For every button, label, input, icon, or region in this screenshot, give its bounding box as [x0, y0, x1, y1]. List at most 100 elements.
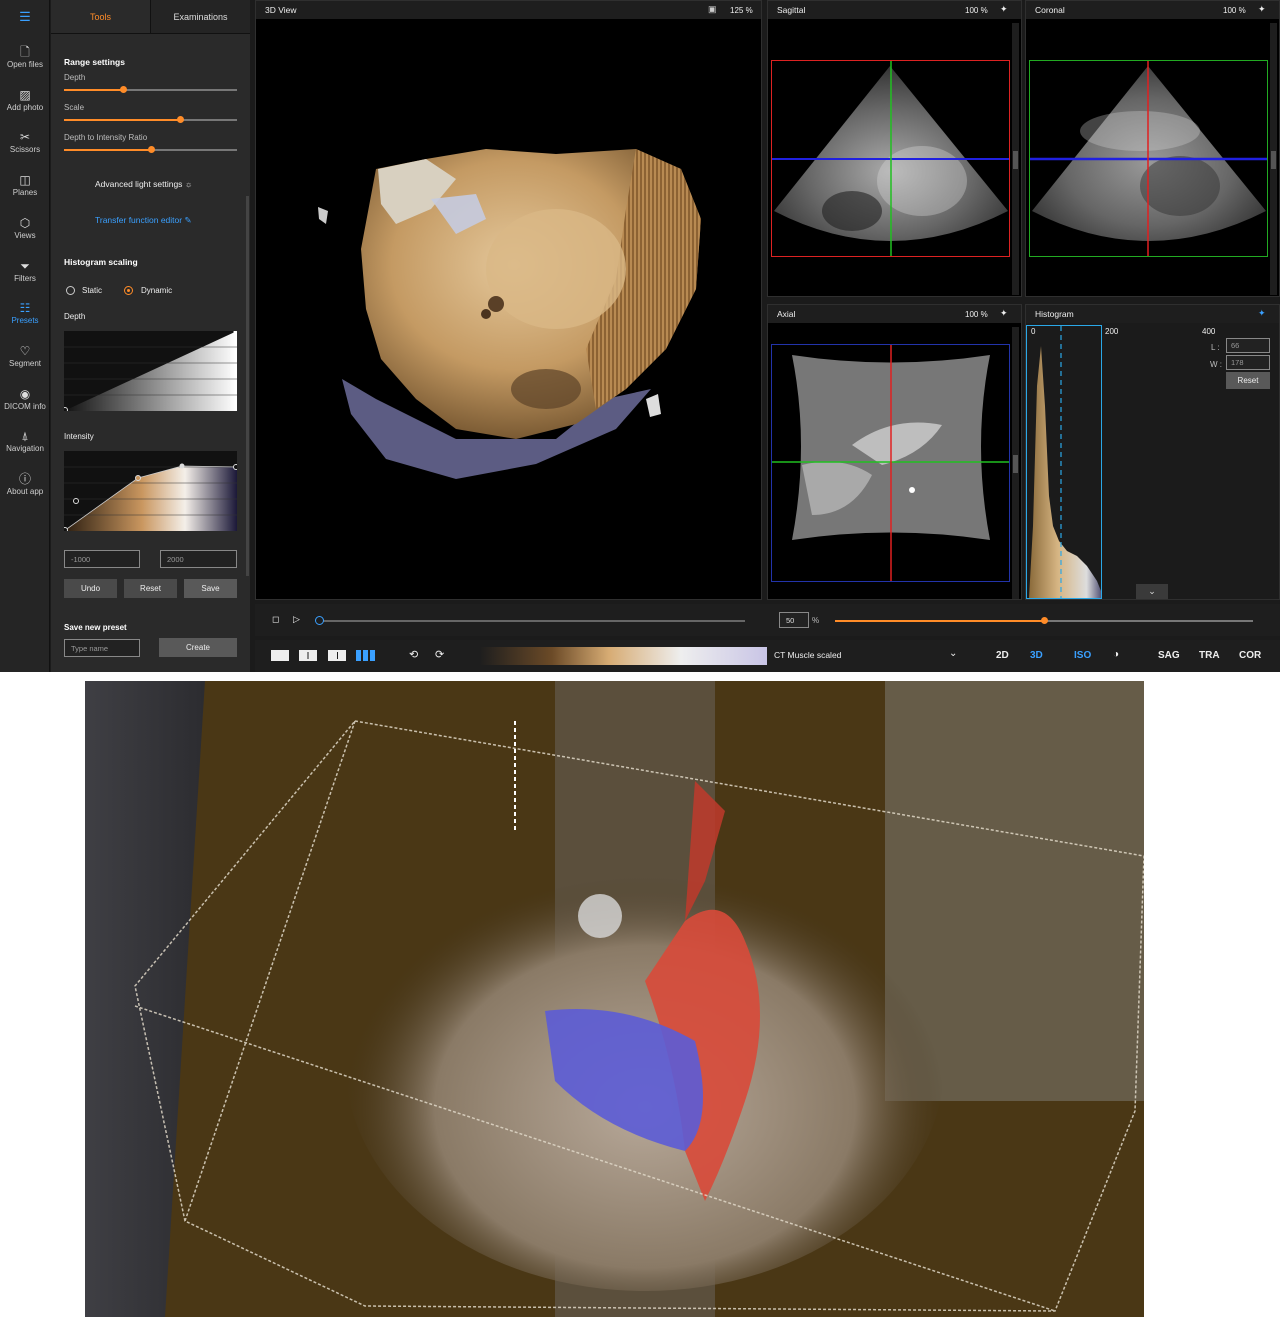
coronal-scroll-thumb[interactable] — [1271, 151, 1276, 169]
opacity-slider-knob[interactable] — [1041, 617, 1048, 624]
tab-tools[interactable]: Tools — [51, 0, 151, 33]
rail-item-navigation[interactable]: ⍋ Navigation — [0, 424, 50, 466]
tab-examinations[interactable]: Examinations — [151, 0, 250, 33]
preset-dropdown-chevron-icon[interactable]: ⌄ — [949, 648, 957, 659]
chevron-down-icon[interactable]: ⌄ — [1136, 584, 1168, 599]
stop-icon[interactable]: ◻ — [272, 614, 279, 625]
rail-item-scissors[interactable]: ✂ Scissors — [0, 125, 50, 167]
create-preset-button[interactable]: Create — [159, 638, 237, 657]
transfer-function-gradient — [480, 647, 767, 665]
mode-2d-button[interactable]: 2D — [996, 650, 1009, 661]
static-radio[interactable] — [66, 286, 75, 295]
sagittal-pin-icon[interactable]: ✦ — [1000, 4, 1008, 15]
depth-slider-knob[interactable] — [119, 86, 127, 93]
timeline-slider[interactable] — [315, 616, 745, 625]
histogram-pin-icon[interactable]: ✦ — [1258, 308, 1266, 319]
sagittal-scrollbar[interactable] — [1012, 23, 1019, 295]
view-histogram[interactable]: Histogram ✦ 0 200 400 L : 66 W : 178 Res… — [1025, 304, 1280, 600]
view-sagittal[interactable]: Sagittal 100 % ✦ — [767, 0, 1022, 297]
view-coronal[interactable]: Coronal 100 % ✦ — [1025, 0, 1280, 297]
transfer-function-editor-link[interactable]: Transfer function editor ✎ — [95, 215, 192, 226]
info-icon: ⓘ — [18, 472, 31, 486]
undo-button[interactable]: Undo — [64, 579, 117, 598]
rail-item-add-photo[interactable]: ▨ Add photo — [0, 83, 50, 125]
intensity-transfer-curve[interactable] — [62, 451, 239, 533]
depth-slider[interactable] — [64, 86, 237, 93]
sagittal-title: Sagittal — [777, 5, 806, 15]
opacity-field[interactable]: 50 — [779, 612, 809, 628]
contrast-icon[interactable]: ◑ — [1113, 649, 1119, 660]
static-radio-label: Static — [82, 286, 103, 295]
single-layout-icon[interactable] — [271, 650, 289, 661]
mode-cor-button[interactable]: COR — [1239, 650, 1261, 661]
sagittal-scroll-thumb[interactable] — [1013, 151, 1018, 169]
bottom-toolbar: ⟲ ⟳ CT Muscle scaled ⌄ 2D 3D ISO ◑ SAG T… — [255, 640, 1280, 672]
scissors-icon: ✂ — [19, 130, 31, 145]
histogram-tick-400: 400 — [1202, 327, 1216, 336]
timeline-knob[interactable] — [315, 616, 324, 625]
preset-name-input[interactable]: Type name — [64, 639, 140, 657]
axial-scrollbar[interactable] — [1012, 327, 1019, 599]
rail-item-dicom-info[interactable]: ◉ DICOM info — [0, 382, 50, 424]
cube-icon: ⬡ — [19, 215, 31, 230]
view-3d[interactable]: 3D View ▣ 125 % — [255, 0, 762, 600]
range-max-field[interactable]: 2000 — [160, 550, 237, 568]
refresh-icon[interactable]: ⟳ — [435, 648, 444, 661]
reset-button[interactable]: Reset — [124, 579, 177, 598]
ratio-slider-knob[interactable] — [147, 146, 155, 153]
histogram-title: Histogram — [1035, 309, 1074, 319]
rail-item-label: DICOM info — [4, 401, 46, 411]
sun-icon: ☼ — [184, 179, 193, 189]
panel-scrollbar[interactable] — [246, 196, 249, 576]
advanced-light-settings-button[interactable]: Advanced light settings ☼ — [95, 179, 193, 189]
screenshot-icon[interactable]: ▣ — [708, 4, 717, 15]
sagittal-ultrasound — [772, 61, 1009, 256]
play-icon[interactable]: ▷ — [293, 614, 300, 625]
scale-slider-label: Scale — [64, 103, 85, 112]
histogram-reset-button[interactable]: Reset — [1226, 372, 1270, 389]
level-field[interactable]: 66 — [1226, 338, 1270, 353]
rail-item-planes[interactable]: ◫ Planes — [0, 168, 50, 210]
range-min-field[interactable]: -1000 — [64, 550, 140, 568]
mode-iso-button[interactable]: ISO — [1074, 650, 1091, 661]
opacity-slider[interactable] — [835, 617, 1253, 624]
rail-item-filters[interactable]: ⏷ Filters — [0, 254, 50, 296]
axial-pin-icon[interactable]: ✦ — [1000, 308, 1008, 319]
mode-3d-button[interactable]: 3D — [1030, 650, 1043, 661]
preset-select[interactable]: CT Muscle scaled — [774, 650, 841, 660]
mode-sag-button[interactable]: SAG — [1158, 650, 1180, 661]
save-preset-title: Save new preset — [64, 623, 127, 632]
chest-hologram-scene — [85, 681, 1144, 1317]
depth-curve-graphic — [62, 329, 239, 413]
rail-item-label: About app — [6, 487, 44, 496]
rail-item-presets[interactable]: ☷ Presets — [0, 296, 50, 338]
file-icon: 🗋 — [20, 45, 30, 59]
ratio-slider[interactable] — [64, 146, 237, 153]
rail-item-segment[interactable]: ♡ Segment — [0, 339, 50, 381]
rail-item-open-files[interactable]: 🗋 Open files — [0, 40, 50, 82]
rail-item-views[interactable]: ⬡ Views — [0, 211, 50, 253]
histogram-window-range[interactable] — [1026, 325, 1102, 599]
dynamic-radio[interactable] — [124, 286, 133, 295]
hamburger-menu-icon[interactable]: ☰ — [0, 0, 50, 34]
reset-view-icon[interactable]: ⟲ — [409, 648, 418, 661]
mode-tra-button[interactable]: TRA — [1199, 650, 1220, 661]
view-axial[interactable]: Axial 100 % ✦ — [767, 304, 1022, 600]
histogram-bars — [1029, 326, 1101, 598]
rail-item-label: Views — [14, 230, 36, 240]
width-field[interactable]: 178 — [1226, 355, 1270, 370]
navigation-icon: ⍋ — [21, 429, 29, 444]
histogram-titlebar: Histogram — [1026, 305, 1279, 323]
axial-scroll-thumb[interactable] — [1013, 455, 1018, 473]
coronal-scrollbar[interactable] — [1270, 23, 1277, 295]
grid-layout-icon[interactable] — [356, 650, 375, 661]
depth-transfer-curve[interactable] — [62, 329, 239, 413]
coronal-pin-icon[interactable]: ✦ — [1258, 4, 1266, 15]
rail-item-about-app[interactable]: ⓘ About app — [0, 467, 50, 509]
scale-slider[interactable] — [64, 116, 237, 123]
intensity-curve-label: Intensity — [64, 432, 94, 441]
scale-slider-knob[interactable] — [176, 116, 184, 123]
three-pane-layout-icon[interactable] — [328, 650, 346, 661]
split-layout-icon[interactable] — [299, 650, 317, 661]
save-button[interactable]: Save — [184, 579, 237, 598]
